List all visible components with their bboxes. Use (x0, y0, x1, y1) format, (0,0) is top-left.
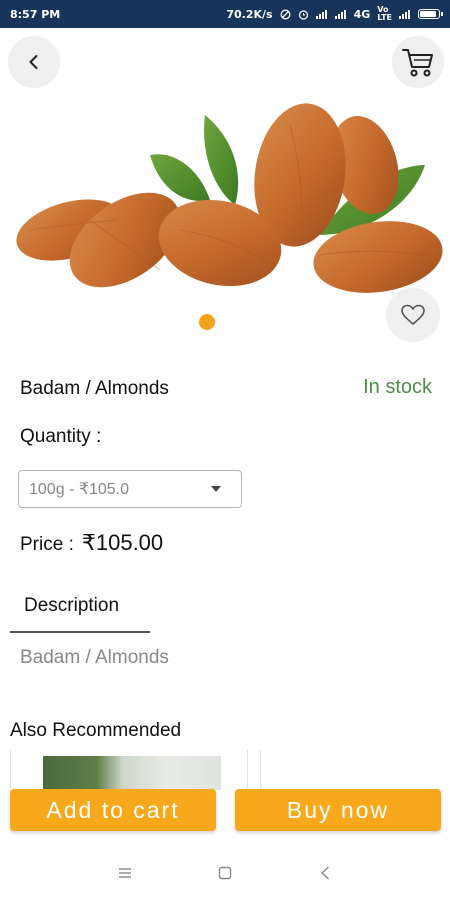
cart-icon (402, 49, 433, 77)
caret-down-icon (211, 486, 221, 492)
status-bar: 8:57 PM 70.2K/s 4G Vo LTE (0, 0, 450, 28)
stock-status: In stock (363, 376, 432, 398)
signal-icon-3 (399, 9, 411, 19)
chevron-left-icon (29, 55, 38, 69)
price-label: Price : (20, 534, 74, 555)
alarm-icon (298, 9, 308, 20)
add-to-cart-button[interactable]: Add to cart (10, 789, 216, 831)
nav-home-button[interactable] (210, 858, 240, 888)
back-triangle-icon (321, 866, 329, 879)
recommended-thumbnail (43, 756, 221, 790)
quantity-selected-value: 100g - ₹105.0 (29, 481, 130, 498)
price-value: ₹105.00 (81, 530, 164, 555)
tab-description[interactable]: Description (10, 593, 150, 633)
cart-button[interactable] (392, 36, 444, 88)
quantity-label: Quantity : (20, 426, 102, 447)
network-type: 4G (353, 7, 371, 21)
carousel-dot[interactable] (199, 314, 215, 330)
home-square-icon (218, 866, 232, 879)
buy-now-button[interactable]: Buy now (235, 789, 441, 831)
tab-description-label: Description (24, 595, 120, 616)
signal-icon (315, 9, 328, 19)
system-nav-bar (0, 845, 450, 900)
volte-badge: Vo LTE (377, 5, 392, 22)
quantity-select[interactable]: 100g - ₹105.0 (18, 470, 242, 508)
product-title: Badam / Almonds (20, 378, 169, 399)
signal-icon-2 (334, 9, 347, 19)
product-image (16, 103, 443, 293)
recommended-card-2[interactable] (260, 750, 440, 790)
back-button[interactable] (8, 36, 60, 88)
price-row: Price : ₹105.00 (20, 530, 163, 556)
recommended-card[interactable] (10, 750, 248, 790)
network-speed: 70.2K/s (226, 7, 273, 21)
status-time: 8:57 PM (10, 7, 61, 21)
menu-icon (119, 867, 131, 878)
status-icons: 70.2K/s 4G Vo LTE (226, 5, 443, 22)
wishlist-button[interactable] (386, 288, 440, 342)
data-saver-icon (280, 9, 291, 19)
heart-outline-icon (401, 304, 425, 326)
nav-menu-button[interactable] (110, 858, 140, 888)
battery-icon (418, 9, 443, 19)
nav-back-button[interactable] (310, 858, 340, 888)
description-text: Badam / Almonds (20, 647, 169, 668)
recommended-list[interactable] (10, 750, 440, 790)
recommended-heading: Also Recommended (10, 720, 182, 741)
